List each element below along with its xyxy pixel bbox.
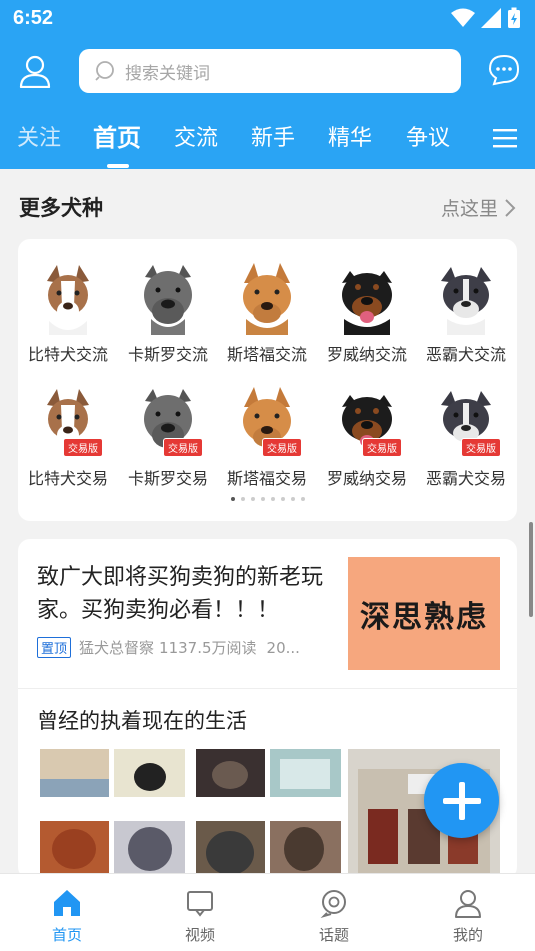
page-indicator [18,497,517,501]
signal-icon [481,8,501,28]
trade-tag: 交易版 [461,438,501,457]
page-dot [300,497,305,501]
top-header: 6:52 搜索关键词 关注 首页 交流 新手 精华 争议 [0,0,535,169]
add-post-button[interactable] [424,763,499,838]
post-date: 20... [266,638,300,657]
search-icon [95,61,114,81]
breed-rottweiler-exchange[interactable]: 罗威纳交流 [317,261,417,365]
trade-tag: 交易版 [262,438,302,457]
post-image-2 [196,749,341,879]
breed-label: 斯塔福交易 [226,469,307,488]
nav-label: 视频 [184,926,215,944]
bottom-nav: 首页 视频 话题 我的 [0,873,535,951]
nav-me[interactable]: 我的 [423,888,513,945]
breed-staffy-exchange[interactable]: 斯塔福交流 [217,261,317,365]
topic-icon [320,890,346,919]
staffy-image [230,261,304,335]
tab-newbie[interactable]: 新手 [251,120,295,152]
staffy-image: 交易版 [230,385,304,459]
page-dot [240,497,245,501]
nav-label: 我的 [452,926,483,944]
tab-indicator [107,164,129,168]
chevron-right-icon [505,198,516,217]
message-icon[interactable] [486,53,522,87]
nav-label: 首页 [51,926,82,944]
bully-image: 交易版 [429,385,503,459]
pitbull-image: 交易版 [31,385,105,459]
thumbnail-text: 深思熟虑 [360,599,488,635]
search-row: 搜索关键词 [0,40,535,100]
category-tabs: 关注 首页 交流 新手 精华 争议 [0,112,535,168]
canecorso-image: 交易版 [131,385,205,459]
nav-label: 话题 [318,926,349,944]
breed-label: 卡斯罗交流 [127,345,208,364]
page-dot [270,497,275,501]
rottweiler-image: 交易版 [330,385,404,459]
breed-label: 比特犬交易 [27,469,108,488]
breed-label: 恶霸犬交流 [425,345,506,364]
breed-label: 斯塔福交流 [226,345,307,364]
post-thumbnail: 深思熟虑 [348,557,500,670]
breed-pitbull-trade[interactable]: 交易版 比特犬交易 [18,385,118,489]
plus-icon [442,781,481,820]
search-input[interactable]: 搜索关键词 [79,49,461,93]
breed-staffy-trade[interactable]: 交易版 斯塔福交易 [217,385,317,489]
scrollbar[interactable] [529,522,533,617]
menu-icon[interactable] [493,128,517,152]
nav-topics[interactable]: 话题 [289,888,379,945]
breed-bully-trade[interactable]: 交易版 恶霸犬交易 [416,385,516,489]
tab-controversy[interactable]: 争议 [406,120,450,152]
post-image-1 [40,749,185,879]
user-icon[interactable] [16,54,54,88]
tab-exchange[interactable]: 交流 [174,120,218,152]
breeds-card: 比特犬交流 卡斯罗交流 斯塔福交流 罗威纳交流 恶霸犬交流 交易版 比特犬交易 [18,239,517,521]
tab-featured[interactable]: 精华 [328,120,372,152]
breed-pitbull-exchange[interactable]: 比特犬交流 [18,261,118,365]
page-dot [290,497,295,501]
breed-label: 卡斯罗交易 [127,469,208,488]
post-author: 猛犬总督察 [79,639,155,657]
post-title: 曾经的执着现在的生活 [37,709,247,733]
trade-tag: 交易版 [63,438,103,457]
page-dot [260,497,265,501]
search-placeholder: 搜索关键词 [125,63,210,84]
breed-rottweiler-trade[interactable]: 交易版 罗威纳交易 [317,385,417,489]
post-reads: 1137.5万阅读 [159,639,257,657]
wifi-icon [451,8,475,27]
more-link-label: 点这里 [440,198,498,220]
section-title: 更多犬种 [19,196,103,220]
more-breeds-link[interactable]: 点这里 [441,194,516,221]
page-dot [250,497,255,501]
canecorso-image [131,261,205,335]
rottweiler-image [330,261,404,335]
divider [18,688,517,689]
nav-home[interactable]: 首页 [22,888,112,945]
breed-label: 比特犬交流 [27,345,108,364]
nav-video[interactable]: 视频 [155,888,245,945]
status-time: 6:52 [13,7,54,29]
page-dot [230,497,235,501]
status-icons [451,6,521,30]
video-icon [187,891,213,917]
status-bar: 6:52 [0,0,535,38]
breed-canecorso-trade[interactable]: 交易版 卡斯罗交易 [118,385,218,489]
page-dot [280,497,285,501]
breed-bully-exchange[interactable]: 恶霸犬交流 [416,261,516,365]
bully-image [429,261,503,335]
post-title: 致广大即将买狗卖狗的新老玩家。买狗卖狗必看！！！ [37,565,324,623]
breed-canecorso-exchange[interactable]: 卡斯罗交流 [118,261,218,365]
trade-tag: 交易版 [362,438,402,457]
breed-label: 罗威纳交易 [326,469,407,488]
pinned-badge: 置顶 [37,637,72,658]
pitbull-image [31,261,105,335]
tab-follow[interactable]: 关注 [17,120,61,152]
trade-tag: 交易版 [163,438,203,457]
home-icon [54,890,80,916]
profile-icon [455,890,481,918]
battery-icon [508,7,520,28]
post-meta: 置顶 猛犬总督察 1137.5万阅读 20... [37,637,337,658]
breed-label: 恶霸犬交易 [425,469,506,488]
tab-home[interactable]: 首页 [93,118,141,153]
breed-label: 罗威纳交流 [326,345,407,364]
